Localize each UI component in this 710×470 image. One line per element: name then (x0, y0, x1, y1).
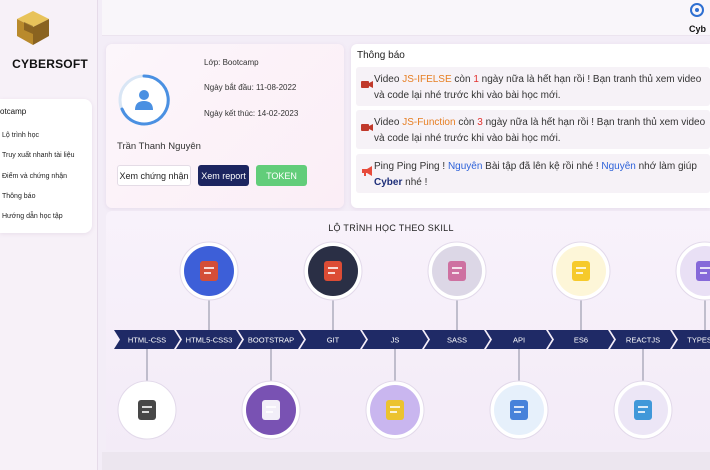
avatar (118, 74, 170, 126)
skill-label: SASS (447, 336, 467, 345)
javascript-icon[interactable] (365, 380, 425, 440)
skill-ribbon-es6[interactable]: ES6 (548, 330, 614, 349)
skill-ribbon-html5-css3[interactable]: HTML5-CSS3 (176, 330, 242, 349)
megaphone-icon (362, 166, 372, 176)
user-mention: Nguyên (447, 161, 483, 172)
skill-label: HTML5-CSS3 (186, 336, 233, 345)
skill-label: REACTJS (626, 336, 660, 345)
skill-ribbon-js[interactable]: JS (362, 330, 428, 349)
sidebar-menu: otcamp Lộ trình học Truy xuất nhanh tài … (0, 99, 92, 233)
token-button[interactable]: TOKEN (256, 165, 307, 186)
sass-icon[interactable] (427, 241, 487, 301)
html5-css3-icon[interactable] (179, 241, 239, 301)
skill-ribbon-typescr[interactable]: TYPESCR (672, 330, 710, 349)
bottom-bar (102, 452, 710, 470)
skill-ribbon-git[interactable]: GIT (300, 330, 366, 349)
sidebar-item-roadmap[interactable]: Lộ trình học (2, 132, 39, 139)
git-icon[interactable] (303, 241, 363, 301)
end-date: Ngày kết thúc: 14-02-2023 (204, 109, 299, 118)
api-icon[interactable] (489, 380, 549, 440)
notification-text: Ping Ping Ping ! Nguyên Bài tập đã lên k… (374, 161, 697, 188)
skill-label: TYPESCR (687, 336, 710, 345)
profile-card: Lớp: Bootcamp Ngày bắt đầu: 11-08-2022 N… (106, 44, 344, 208)
class-info: Lớp: Bootcamp (204, 58, 259, 67)
brand-mention: Cyber (374, 177, 403, 188)
student-name: Trần Thanh Nguyên (117, 141, 201, 152)
skill-label: ES6 (574, 336, 588, 345)
skill-ribbon-bootstrap[interactable]: BOOTSTRAP (238, 330, 304, 349)
sidebar: CYBERSOFT otcamp Lộ trình học Truy xuất … (0, 0, 98, 470)
user-mention: Nguyên (601, 161, 636, 172)
typescript-icon[interactable] (675, 241, 710, 301)
video-name: JS-IFELSE (402, 74, 452, 85)
view-report-button[interactable]: Xem report (198, 165, 249, 186)
notifications-title: Thông báo (357, 50, 405, 61)
cybersoft-logo-icon (17, 11, 49, 45)
html-css-icon[interactable] (117, 380, 177, 440)
bootstrap-icon[interactable] (241, 380, 301, 440)
skill-label: HTML-CSS (128, 336, 166, 345)
corner-logo-icon (690, 3, 704, 17)
skill-label: API (513, 336, 525, 345)
notification-text: Video JS-Function còn 3 ngày nữa là hết … (374, 117, 706, 144)
skill-roadmap-track: HTML-CSS HTML5-CSS3 BOOTSTRAP GIT JS SASS API E… (114, 241, 710, 440)
video-icon (361, 124, 373, 131)
sidebar-item-guide[interactable]: Hướng dẫn học tập (2, 213, 63, 220)
notifications-panel: Thông báo Video JS-IFELSE còn 1 ngày nữa… (351, 44, 710, 208)
sidebar-item-notifications[interactable]: Thông báo (2, 193, 35, 200)
es6-icon[interactable] (551, 241, 611, 301)
sidebar-item-documents[interactable]: Truy xuất nhanh tài liệu (2, 152, 75, 159)
skill-ribbon-reactjs[interactable]: REACTJS (610, 330, 676, 349)
corner-brand[interactable]: Cyb (688, 2, 706, 34)
corner-brand-label: Cyb (688, 24, 706, 34)
react-icon[interactable] (613, 380, 673, 440)
skill-ribbon-sass[interactable]: SASS (424, 330, 490, 349)
start-date: Ngày bắt đầu: 11-08-2022 (204, 83, 297, 92)
skill-ribbon-api[interactable]: API (486, 330, 552, 349)
view-certificate-button[interactable]: Xem chứng nhận (117, 165, 191, 186)
video-name: JS-Function (402, 117, 456, 128)
notification-item[interactable]: Video JS-Function còn 3 ngày nữa là hết … (356, 110, 710, 149)
skill-roadmap: LỘ TRÌNH HỌC THEO SKILL HTML-CSS HTML5-CS… (106, 211, 710, 450)
video-icon (361, 81, 373, 88)
brand-name: CYBERSOFT (12, 57, 88, 71)
skill-label: JS (391, 336, 400, 345)
skill-ribbon-html-css[interactable]: HTML-CSS (114, 330, 180, 349)
skill-label: BOOTSTRAP (248, 336, 294, 345)
notification-item[interactable]: Video JS-IFELSE còn 1 ngày nữa là hết hạ… (356, 67, 710, 106)
top-header (102, 0, 710, 36)
notification-text: Video JS-IFELSE còn 1 ngày nữa là hết hạ… (374, 74, 702, 101)
sidebar-item-grades[interactable]: Điểm và chứng nhận (2, 173, 67, 180)
notification-item[interactable]: Ping Ping Ping ! Nguyên Bài tập đã lên k… (356, 154, 710, 193)
menu-title: otcamp (0, 107, 27, 116)
skill-label: GIT (327, 336, 340, 345)
